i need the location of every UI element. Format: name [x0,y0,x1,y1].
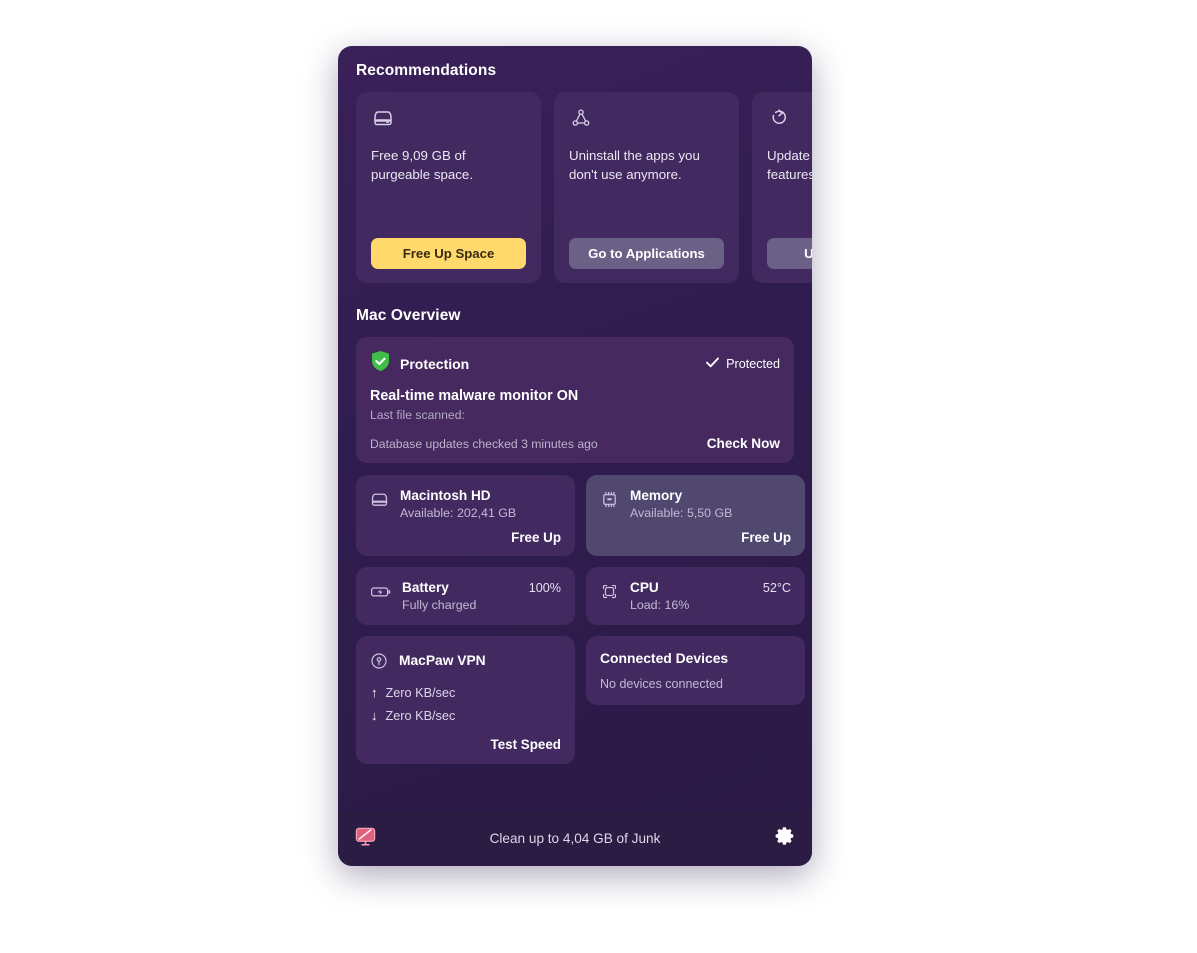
cleanmymac-monitor-icon[interactable] [354,825,377,853]
status-bar-text: Clean up to 4,04 GB of Junk [489,831,661,846]
arrow-down-icon: ↓ [371,708,378,723]
recommendations-heading: Recommendations [356,62,497,79]
battery-card[interactable]: Battery Fully charged 100% [356,567,575,625]
mac-overview-heading: Mac Overview [356,307,461,324]
protection-title-group: Protection [370,350,469,377]
protection-title: Protection [400,355,470,372]
vpn-title: MacPaw VPN [399,652,486,668]
stat-header: Memory Available: 5,50 GB [599,487,791,522]
vpn-key-icon [369,651,389,671]
vpn-header: MacPaw VPN [369,649,561,671]
recommendation-text: Uninstall the apps you don't use anymore… [569,148,700,182]
cpu-temperature-value: 52°C [762,581,791,595]
stat-row-vpn-devices: MacPaw VPN ↑ Zero KB/sec ↓ Zero KB/sec T… [356,636,805,764]
stat-texts: Memory Available: 5,50 GB [630,487,791,522]
stat-header: Battery Fully charged 100% [369,579,561,614]
battery-charging-icon [369,581,392,602]
vpn-upload-value: Zero KB/sec [385,685,456,700]
stat-sub: Fully charged [402,598,477,612]
check-now-button[interactable]: Check Now [707,436,780,451]
green-shield-check-icon [370,350,391,377]
cpu-icon [599,581,620,602]
protection-last-file-label: Last file scanned: [370,408,465,422]
gear-icon[interactable] [774,825,796,852]
recommendation-text: Update apps to get new features and stay… [767,148,812,182]
recommendation-text: Free 9,09 GB of purgeable space. [371,148,474,182]
stat-name: Battery [402,580,449,595]
memory-card[interactable]: Memory Available: 5,50 GB Free Up [586,475,805,556]
connected-devices-card[interactable]: Connected Devices No devices connected [586,636,805,705]
recommendation-card-updater[interactable]: Update apps to get new features and stay… [752,92,812,283]
recommendations-section: Recommendations Free 9,09 GB of purgeabl… [338,46,812,283]
recommendation-card-row: Free 9,09 GB of purgeable space. Free Up… [338,92,812,283]
protection-footer: Database updates checked 3 minutes ago C… [370,436,780,451]
protection-database-line: Database updates checked 3 minutes ago [370,436,598,451]
update-apps-button[interactable]: Update Apps [767,238,812,269]
stat-header: Macintosh HD Available: 202,41 GB [369,487,561,522]
connected-devices-title: Connected Devices [600,650,729,666]
stat-sub: Available: 202,41 GB [400,506,517,520]
free-up-storage-button[interactable]: Free Up [369,530,561,545]
stat-name: Memory [630,488,683,503]
vpn-download-value: Zero KB/sec [385,708,456,723]
stat-texts: Battery Fully charged [402,579,519,614]
protection-header: Protection Protected [370,350,780,377]
protection-status-badge: Protected [706,357,780,371]
stat-texts: Macintosh HD Available: 202,41 GB [400,487,561,522]
free-up-space-button[interactable]: Free Up Space [371,238,526,269]
stat-row-battery-cpu: Battery Fully charged 100% CPU Load: 16%… [356,567,805,625]
stat-texts: CPU Load: 16% [630,579,753,614]
free-up-memory-button[interactable]: Free Up [599,530,791,545]
app-window: Recommendations Free 9,09 GB of purgeabl… [338,46,812,866]
hard-drive-icon [369,489,390,510]
macpaw-vpn-card[interactable]: MacPaw VPN ↑ Zero KB/sec ↓ Zero KB/sec T… [356,636,575,764]
stat-name: CPU [630,580,659,595]
protection-status-label: Protected [726,356,780,371]
mac-overview-section: Mac Overview Protection Protected Real-t… [338,283,812,811]
test-speed-button[interactable]: Test Speed [369,737,561,752]
cpu-card[interactable]: CPU Load: 16% 52°C [586,567,805,625]
stat-row-storage-memory: Macintosh HD Available: 202,41 GB Free U… [356,475,805,556]
stat-header: CPU Load: 16% 52°C [599,579,791,614]
recommendation-card-uninstall[interactable]: Uninstall the apps you don't use anymore… [554,92,739,283]
macintosh-hd-card[interactable]: Macintosh HD Available: 202,41 GB Free U… [356,475,575,556]
hard-drive-icon [371,106,526,132]
connected-devices-sub: No devices connected [600,677,723,691]
vpn-upload-row: ↑ Zero KB/sec [369,685,561,700]
checkmark-icon [706,357,720,371]
arrow-up-icon: ↑ [371,685,378,700]
memory-chip-icon [599,489,620,510]
vpn-download-row: ↓ Zero KB/sec [369,708,561,723]
stat-sub: Available: 5,50 GB [630,506,733,520]
recommendation-card-free-space[interactable]: Free 9,09 GB of purgeable space. Free Up… [356,92,541,283]
go-to-applications-button[interactable]: Go to Applications [569,238,724,269]
updater-icon [767,106,812,132]
stat-sub: Load: 16% [630,598,690,612]
battery-percent-value: 100% [528,581,561,595]
status-bar: Clean up to 4,04 GB of Junk [338,811,812,866]
applications-icon [569,106,724,132]
stat-name: Macintosh HD [400,488,491,503]
protection-monitor-line: Real-time malware monitor ON [370,388,579,404]
protection-card[interactable]: Protection Protected Real-time malware m… [356,337,794,463]
